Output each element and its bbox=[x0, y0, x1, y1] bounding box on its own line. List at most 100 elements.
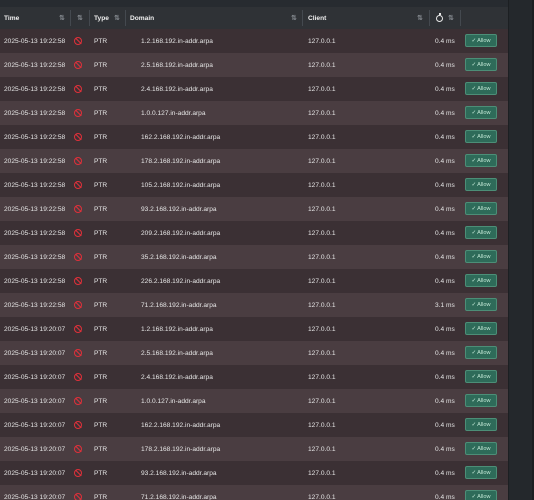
allow-button[interactable]: ✓ Allow bbox=[465, 178, 497, 191]
row-domain[interactable]: 1.2.168.192.in-addr.arpa bbox=[141, 317, 213, 341]
allow-button[interactable]: ✓ Allow bbox=[465, 202, 497, 215]
allow-button[interactable]: ✓ Allow bbox=[465, 106, 497, 119]
table-row[interactable]: 2025-05-13 19:20:07 PTR 2.4.168.192.in-add… bbox=[0, 365, 508, 389]
allow-button[interactable]: ✓ Allow bbox=[465, 154, 497, 167]
row-domain[interactable]: 162.2.168.192.in-addr.arpa bbox=[141, 125, 220, 149]
table-row[interactable]: 2025-05-13 19:22:58 PTR 93.2.168.192.in-ad… bbox=[0, 197, 508, 221]
row-domain[interactable]: 105.2.168.192.in-addr.arpa bbox=[141, 173, 220, 197]
row-client[interactable]: 127.0.0.1 bbox=[308, 29, 336, 53]
row-client[interactable]: 127.0.0.1 bbox=[308, 365, 336, 389]
row-client[interactable]: 127.0.0.1 bbox=[308, 101, 336, 125]
allow-button[interactable]: ✓ Allow bbox=[465, 346, 497, 359]
sort-client-icon[interactable]: ⇅ bbox=[417, 7, 423, 29]
row-client[interactable]: 127.0.0.1 bbox=[308, 197, 336, 221]
blocked-circle-icon bbox=[74, 149, 82, 173]
table-row[interactable]: 2025-05-13 19:22:58 PTR 35.2.168.192.in-ad… bbox=[0, 245, 508, 269]
row-domain[interactable]: 2.5.168.192.in-addr.arpa bbox=[141, 53, 213, 77]
table-row[interactable]: 2025-05-13 19:22:58 PTR 71.2.168.192.in-ad… bbox=[0, 293, 508, 317]
blocked-circle-icon bbox=[74, 245, 82, 269]
allow-button[interactable]: ✓ Allow bbox=[465, 82, 497, 95]
header-domain[interactable]: Domain bbox=[130, 7, 154, 29]
row-domain[interactable]: 1.0.0.127.in-addr.arpa bbox=[141, 389, 206, 413]
row-client[interactable]: 127.0.0.1 bbox=[308, 125, 336, 149]
row-client[interactable]: 127.0.0.1 bbox=[308, 77, 336, 101]
row-duration: 0.4 ms bbox=[435, 469, 455, 477]
sort-time-icon[interactable]: ⇅ bbox=[59, 7, 65, 29]
allow-button[interactable]: ✓ Allow bbox=[465, 34, 497, 47]
row-domain[interactable]: 93.2.168.192.in-addr.arpa bbox=[141, 197, 217, 221]
allow-button[interactable]: ✓ Allow bbox=[465, 250, 497, 263]
header-type[interactable]: Type bbox=[94, 7, 109, 29]
table-row[interactable]: 2025-05-13 19:22:58 PTR 2.5.168.192.in-add… bbox=[0, 53, 508, 77]
table-row[interactable]: 2025-05-13 19:22:58 PTR 105.2.168.192.in-a… bbox=[0, 173, 508, 197]
table-row[interactable]: 2025-05-13 19:20:07 PTR 1.0.0.127.in-addr.… bbox=[0, 389, 508, 413]
row-domain[interactable]: 162.2.168.192.in-addr.arpa bbox=[141, 413, 220, 437]
sort-status-icon[interactable]: ⇅ bbox=[77, 7, 83, 29]
table-row[interactable]: 2025-05-13 19:20:07 PTR 93.2.168.192.in-ad… bbox=[0, 461, 508, 485]
row-domain[interactable]: 2.4.168.192.in-addr.arpa bbox=[141, 365, 213, 389]
row-client[interactable]: 127.0.0.1 bbox=[308, 221, 336, 245]
row-domain[interactable]: 1.0.0.127.in-addr.arpa bbox=[141, 101, 206, 125]
row-client[interactable]: 127.0.0.1 bbox=[308, 269, 336, 293]
row-domain[interactable]: 93.2.168.192.in-addr.arpa bbox=[141, 461, 217, 485]
row-client[interactable]: 127.0.0.1 bbox=[308, 245, 336, 269]
checkmark-icon: ✓ bbox=[471, 205, 477, 212]
row-domain[interactable]: 209.2.168.192.in-addr.arpa bbox=[141, 221, 220, 245]
row-client[interactable]: 127.0.0.1 bbox=[308, 413, 336, 437]
table-row[interactable]: 2025-05-13 19:20:07 PTR 162.2.168.192.in-a… bbox=[0, 413, 508, 437]
blocked-circle-icon bbox=[74, 101, 82, 125]
sort-type-icon[interactable]: ⇅ bbox=[114, 7, 120, 29]
row-domain[interactable]: 226.2.168.192.in-addr.arpa bbox=[141, 269, 220, 293]
table-row[interactable]: 2025-05-13 19:20:07 PTR 2.5.168.192.in-add… bbox=[0, 341, 508, 365]
allow-button[interactable]: ✓ Allow bbox=[465, 58, 497, 71]
allow-button[interactable]: ✓ Allow bbox=[465, 322, 497, 335]
row-domain[interactable]: 71.2.168.192.in-addr.arpa bbox=[141, 293, 217, 317]
header-time[interactable]: Time bbox=[4, 7, 19, 29]
row-time: 2025-05-13 19:22:58 bbox=[4, 85, 66, 93]
table-row[interactable]: 2025-05-13 19:22:58 PTR 1.2.168.192.in-add… bbox=[0, 29, 508, 53]
row-domain[interactable]: 178.2.168.192.in-addr.arpa bbox=[141, 437, 220, 461]
table-row[interactable]: 2025-05-13 19:22:58 PTR 209.2.168.192.in-a… bbox=[0, 221, 508, 245]
row-domain[interactable]: 178.2.168.192.in-addr.arpa bbox=[141, 149, 220, 173]
table-row[interactable]: 2025-05-13 19:20:07 PTR 178.2.168.192.in-a… bbox=[0, 437, 508, 461]
sort-duration-icon[interactable]: ⇅ bbox=[448, 7, 454, 29]
allow-button[interactable]: ✓ Allow bbox=[465, 394, 497, 407]
allow-button[interactable]: ✓ Allow bbox=[465, 226, 497, 239]
blocked-circle-icon bbox=[74, 365, 82, 389]
table-row[interactable]: 2025-05-13 19:22:58 PTR 1.0.0.127.in-addr.… bbox=[0, 101, 508, 125]
allow-button[interactable]: ✓ Allow bbox=[465, 490, 497, 500]
row-client[interactable]: 127.0.0.1 bbox=[308, 437, 336, 461]
row-client[interactable]: 127.0.0.1 bbox=[308, 461, 336, 485]
allow-button[interactable]: ✓ Allow bbox=[465, 418, 497, 431]
table-row[interactable]: 2025-05-13 19:22:58 PTR 2.4.168.192.in-add… bbox=[0, 77, 508, 101]
allow-button[interactable]: ✓ Allow bbox=[465, 442, 497, 455]
allow-button[interactable]: ✓ Allow bbox=[465, 274, 497, 287]
row-client[interactable]: 127.0.0.1 bbox=[308, 293, 336, 317]
allow-button[interactable]: ✓ Allow bbox=[465, 298, 497, 311]
row-domain[interactable]: 1.2.168.192.in-addr.arpa bbox=[141, 29, 213, 53]
row-domain[interactable]: 2.5.168.192.in-addr.arpa bbox=[141, 341, 213, 365]
checkmark-icon: ✓ bbox=[471, 301, 477, 308]
row-client[interactable]: 127.0.0.1 bbox=[308, 389, 336, 413]
row-client[interactable]: 127.0.0.1 bbox=[308, 53, 336, 77]
stopwatch-icon[interactable] bbox=[436, 7, 443, 29]
allow-button[interactable]: ✓ Allow bbox=[465, 466, 497, 479]
row-domain[interactable]: 2.4.168.192.in-addr.arpa bbox=[141, 77, 213, 101]
row-domain[interactable]: 71.2.168.192.in-addr.arpa bbox=[141, 485, 217, 500]
row-domain[interactable]: 35.2.168.192.in-addr.arpa bbox=[141, 245, 217, 269]
allow-button[interactable]: ✓ Allow bbox=[465, 130, 497, 143]
row-client[interactable]: 127.0.0.1 bbox=[308, 149, 336, 173]
table-row[interactable]: 2025-05-13 19:22:58 PTR 178.2.168.192.in-a… bbox=[0, 149, 508, 173]
table-row[interactable]: 2025-05-13 19:20:07 PTR 71.2.168.192.in-ad… bbox=[0, 485, 508, 500]
row-client[interactable]: 127.0.0.1 bbox=[308, 173, 336, 197]
scrollbar-track[interactable] bbox=[508, 0, 534, 500]
header-client[interactable]: Client bbox=[308, 7, 326, 29]
table-row[interactable]: 2025-05-13 19:22:58 PTR 226.2.168.192.in-a… bbox=[0, 269, 508, 293]
row-client[interactable]: 127.0.0.1 bbox=[308, 485, 336, 500]
allow-button[interactable]: ✓ Allow bbox=[465, 370, 497, 383]
row-client[interactable]: 127.0.0.1 bbox=[308, 341, 336, 365]
table-row[interactable]: 2025-05-13 19:22:58 PTR 162.2.168.192.in-a… bbox=[0, 125, 508, 149]
table-row[interactable]: 2025-05-13 19:20:07 PTR 1.2.168.192.in-add… bbox=[0, 317, 508, 341]
row-client[interactable]: 127.0.0.1 bbox=[308, 317, 336, 341]
sort-domain-icon[interactable]: ⇅ bbox=[291, 7, 297, 29]
